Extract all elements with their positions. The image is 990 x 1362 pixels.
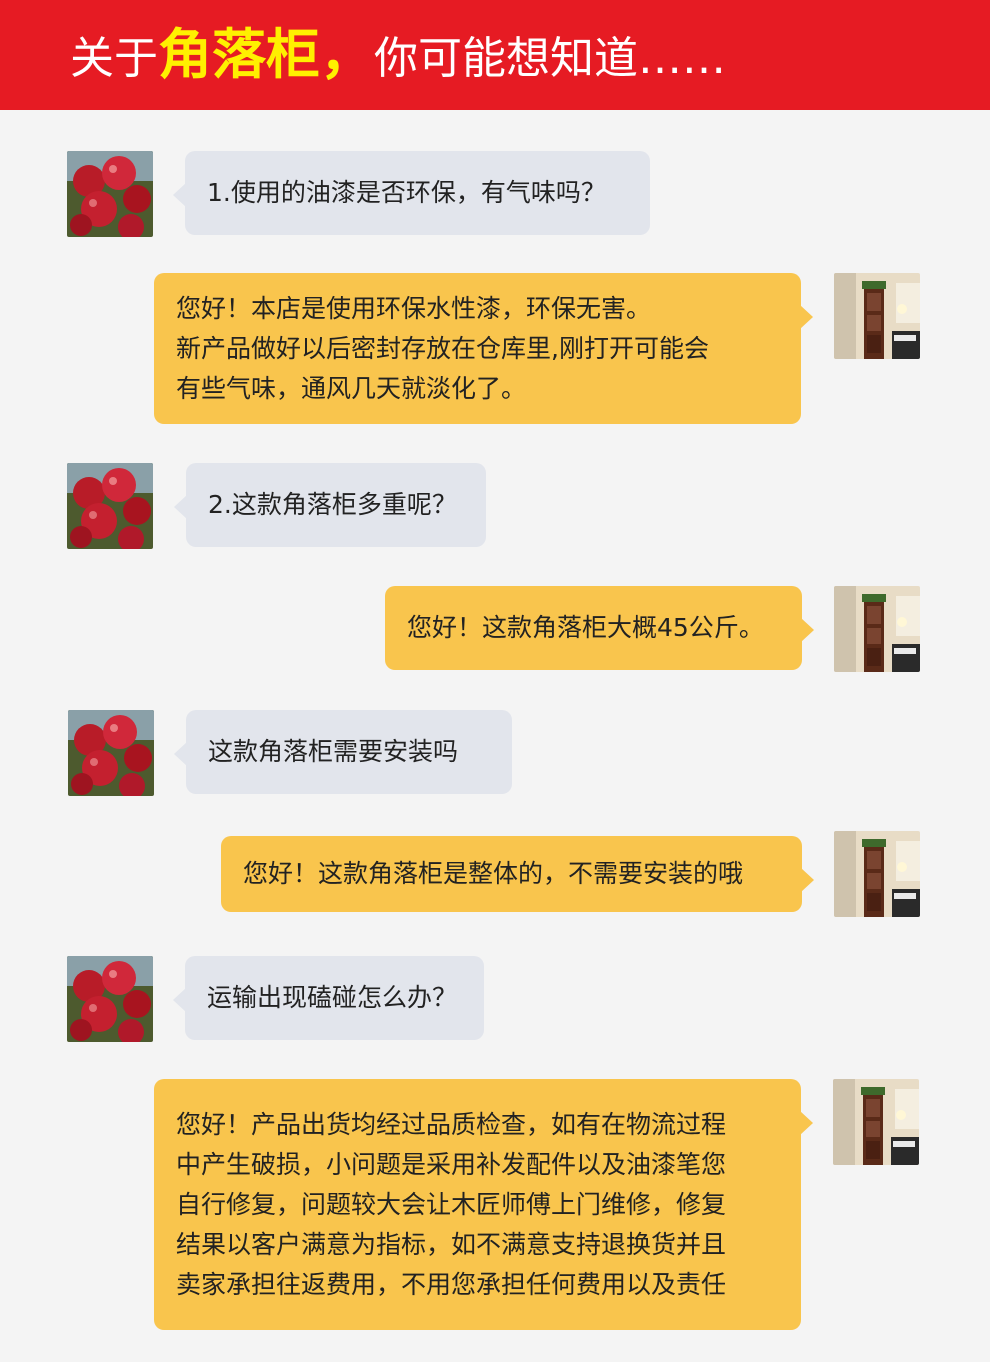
question-bubble-3: 这款角落柜需要安装吗 bbox=[174, 710, 512, 794]
message-line: 中产生破损，小问题是采用补发配件以及油漆笔您 bbox=[176, 1149, 727, 1179]
customer-avatar bbox=[68, 710, 154, 796]
customer-avatar bbox=[67, 151, 153, 237]
title-highlight: 角落柜， bbox=[158, 23, 374, 86]
seller-avatar bbox=[834, 273, 920, 359]
message-line: 结果以客户满意为指标，如不满意支持退换货并且 bbox=[176, 1229, 727, 1259]
question-bubble-4: 运输出现磕碰怎么办？ bbox=[173, 956, 484, 1040]
answer-bubble-3: 您好！这款角落柜是整体的，不需要安装的哦 bbox=[221, 836, 814, 912]
message-line: 自行修复，问题较大会让木匠师傅上门维修，修复 bbox=[176, 1189, 727, 1219]
seller-avatar bbox=[834, 831, 920, 917]
message-line: 这款角落柜需要安装吗 bbox=[208, 737, 459, 766]
page-title: 关于角落柜，你可能想知道…… bbox=[70, 22, 726, 92]
answer-bubble-2: 您好！这款角落柜大概45公斤。 bbox=[385, 586, 814, 670]
message-line: 卖家承担往返费用，不用您承担任何费用以及责任 bbox=[176, 1269, 727, 1299]
question-bubble-1: 1.使用的油漆是否环保，有气味吗？ bbox=[173, 151, 650, 235]
title-suffix: 你可能想知道…… bbox=[374, 33, 726, 84]
message-line: 1.使用的油漆是否环保，有气味吗？ bbox=[207, 178, 606, 207]
title-prefix: 关于 bbox=[70, 33, 158, 84]
seller-avatar bbox=[834, 586, 920, 672]
header-banner: 关于角落柜，你可能想知道…… bbox=[0, 0, 990, 110]
answer-bubble-1: 您好！本店是使用环保水性漆，环保无害。 新产品做好以后密封存放在仓库里,刚打开可… bbox=[154, 273, 813, 424]
seller-avatar bbox=[833, 1079, 919, 1165]
customer-avatar bbox=[67, 956, 153, 1042]
customer-avatar bbox=[67, 463, 153, 549]
message-line: 有些气味，通风几天就淡化了。 bbox=[176, 373, 527, 403]
message-line: 2.这款角落柜多重呢？ bbox=[208, 490, 457, 519]
message-line: 您好！这款角落柜大概45公斤。 bbox=[407, 613, 764, 642]
message-line: 您好！产品出货均经过品质检查，如有在物流过程 bbox=[176, 1109, 727, 1139]
message-line: 运输出现磕碰怎么办？ bbox=[207, 983, 458, 1012]
message-line: 您好！本店是使用环保水性漆，环保无害。 bbox=[176, 293, 652, 323]
question-bubble-2: 2.这款角落柜多重呢？ bbox=[174, 463, 486, 547]
message-line: 新产品做好以后密封存放在仓库里,刚打开可能会 bbox=[176, 333, 709, 363]
message-line: 您好！这款角落柜是整体的，不需要安装的哦 bbox=[243, 859, 744, 888]
answer-bubble-4: 您好！产品出货均经过品质检查，如有在物流过程 中产生破损，小问题是采用补发配件以… bbox=[154, 1079, 813, 1330]
